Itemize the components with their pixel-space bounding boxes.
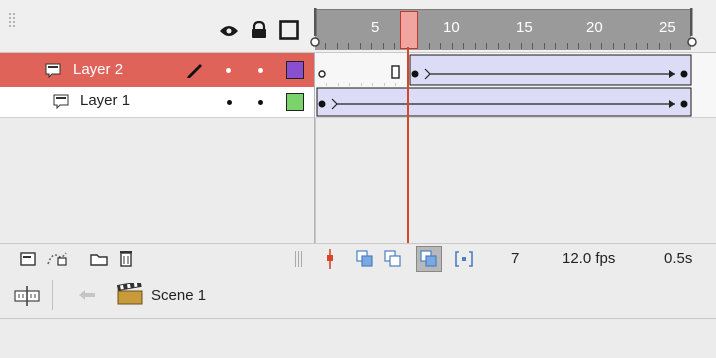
toolbar-separator bbox=[52, 280, 53, 310]
layer-row-layer-2[interactable]: Layer 2 bbox=[0, 53, 315, 88]
timeline-toggle-icon[interactable] bbox=[14, 285, 40, 307]
show-all-as-outlines-icon[interactable] bbox=[279, 20, 299, 40]
layer-icon bbox=[44, 62, 62, 78]
ruler-tick-label: 25 bbox=[659, 19, 676, 36]
ruler-tick-label: 10 bbox=[443, 19, 460, 36]
scene-clapperboard-icon bbox=[117, 283, 143, 305]
layer-name[interactable]: Layer 1 bbox=[80, 92, 130, 109]
resize-grip-icon[interactable] bbox=[295, 251, 303, 267]
timeline-header: 5 10 15 20 25 bbox=[0, 0, 716, 53]
ruler-tick-label: 15 bbox=[516, 19, 533, 36]
new-folder-icon[interactable] bbox=[90, 252, 108, 266]
elapsed-time-readout[interactable]: 0.5s bbox=[664, 250, 692, 267]
scene-bar: Scene 1 bbox=[0, 274, 716, 319]
pane-divider[interactable] bbox=[314, 53, 315, 273]
current-frame-readout[interactable]: 7 bbox=[511, 250, 519, 267]
frame-ruler[interactable]: 5 10 15 20 25 bbox=[315, 9, 691, 50]
onion-skin-icon[interactable] bbox=[356, 250, 374, 268]
new-layer-icon[interactable] bbox=[20, 252, 36, 266]
panel-grip-icon[interactable] bbox=[8, 12, 16, 28]
onion-skin-start-marker[interactable] bbox=[310, 8, 322, 54]
frames-empty-area[interactable] bbox=[315, 118, 716, 243]
layer-icon bbox=[52, 93, 70, 109]
layer-name[interactable]: Layer 2 bbox=[73, 61, 123, 78]
layer-visibility-dot[interactable] bbox=[226, 68, 231, 73]
layers-empty-area[interactable] bbox=[0, 118, 315, 243]
center-frame-icon[interactable] bbox=[325, 249, 335, 269]
stage-area[interactable] bbox=[0, 319, 716, 358]
lock-all-layers-icon[interactable] bbox=[251, 21, 267, 39]
layer-outline-color-swatch[interactable] bbox=[286, 61, 304, 79]
edit-multiple-frames-icon[interactable] bbox=[416, 246, 442, 272]
onion-skin-end-marker[interactable] bbox=[686, 8, 700, 54]
frames-row-layer-1[interactable] bbox=[315, 87, 716, 118]
timeline-toolbar: 7 12.0 fps 0.5s bbox=[0, 243, 716, 275]
layer-lock-dot[interactable] bbox=[258, 100, 263, 105]
layer-lock-dot[interactable] bbox=[258, 68, 263, 73]
onion-skin-outlines-icon[interactable] bbox=[384, 250, 402, 268]
add-motion-guide-icon[interactable] bbox=[46, 250, 68, 266]
scene-name[interactable]: Scene 1 bbox=[151, 287, 206, 304]
pencil-icon bbox=[185, 61, 203, 79]
layer-outline-color-swatch[interactable] bbox=[286, 93, 304, 111]
frame-rate-readout[interactable]: 12.0 fps bbox=[562, 250, 615, 267]
frames-row-layer-2[interactable] bbox=[315, 53, 716, 88]
delete-layer-trash-icon[interactable] bbox=[119, 249, 133, 267]
back-arrow-icon[interactable] bbox=[78, 289, 96, 301]
frame-cells bbox=[318, 54, 692, 86]
show-hide-all-layers-eye-icon[interactable] bbox=[219, 24, 239, 38]
layer-row-layer-1[interactable]: Layer 1 bbox=[0, 87, 315, 118]
ruler-tick-label: 20 bbox=[586, 19, 603, 36]
playhead-line bbox=[407, 47, 409, 273]
playhead[interactable] bbox=[400, 11, 418, 49]
frame-cells bbox=[316, 87, 692, 117]
modify-onion-markers-icon[interactable] bbox=[455, 250, 473, 268]
ruler-tick-label: 5 bbox=[371, 19, 380, 36]
layer-visibility-dot[interactable] bbox=[227, 100, 232, 105]
